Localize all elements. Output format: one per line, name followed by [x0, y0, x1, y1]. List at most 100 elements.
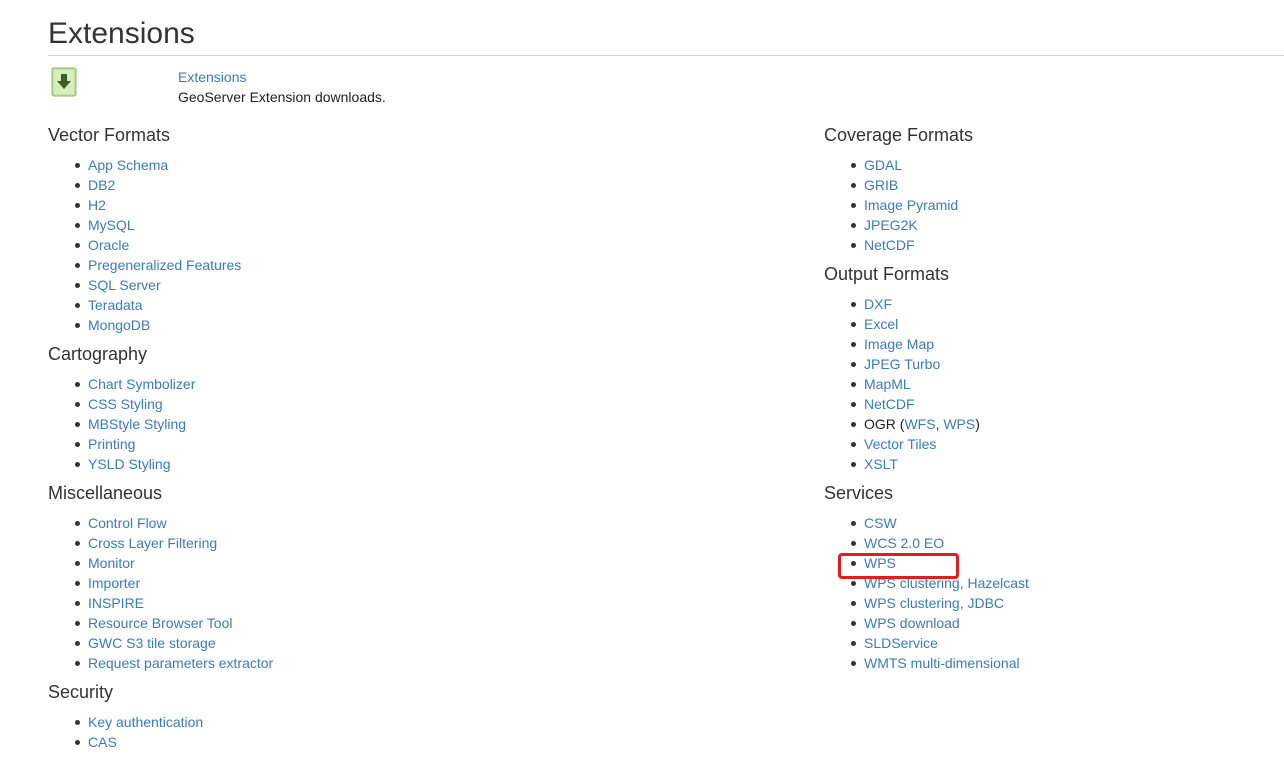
list-item: Control Flow: [48, 513, 273, 533]
link-jpeg2k[interactable]: JPEG2K: [864, 217, 918, 233]
list-item: YSLD Styling: [48, 454, 273, 474]
list-item: WMTS multi-dimensional: [824, 653, 1029, 673]
list-item: WPS download: [824, 613, 1029, 633]
link-db2[interactable]: DB2: [88, 177, 115, 193]
link-oracle[interactable]: Oracle: [88, 237, 129, 253]
link-printing[interactable]: Printing: [88, 436, 135, 452]
output-formats-list: DXF Excel Image Map JPEG Turbo MapML Net…: [824, 294, 1029, 474]
link-mysql[interactable]: MySQL: [88, 217, 135, 233]
link-app-schema[interactable]: App Schema: [88, 157, 168, 173]
list-item: NetCDF: [824, 235, 1029, 255]
link-csw[interactable]: CSW: [864, 515, 897, 531]
list-item: GRIB: [824, 175, 1029, 195]
link-netcdf-coverage[interactable]: NetCDF: [864, 237, 915, 253]
list-item: Chart Symbolizer: [48, 374, 273, 394]
extensions-description: GeoServer Extension downloads.: [178, 89, 386, 105]
link-cas[interactable]: CAS: [88, 734, 117, 750]
list-item: MySQL: [48, 215, 273, 235]
link-mongodb[interactable]: MongoDB: [88, 317, 150, 333]
link-mbstyle-styling[interactable]: MBStyle Styling: [88, 416, 186, 432]
list-item: GDAL: [824, 155, 1029, 175]
list-item: Oracle: [48, 235, 273, 255]
link-monitor[interactable]: Monitor: [88, 555, 135, 571]
section-heading-miscellaneous: Miscellaneous: [48, 483, 163, 503]
link-dxf[interactable]: DXF: [864, 296, 892, 312]
list-item: NetCDF: [824, 394, 1029, 414]
list-item: Pregeneralized Features: [48, 255, 273, 275]
title-divider: [48, 55, 1284, 56]
list-item: H2: [48, 195, 273, 215]
link-cross-layer-filtering[interactable]: Cross Layer Filtering: [88, 535, 217, 551]
link-sldservice[interactable]: SLDService: [864, 635, 938, 651]
list-item: Request parameters extractor: [48, 653, 273, 673]
list-item: SQL Server: [48, 275, 273, 295]
link-wmts-multi-dimensional[interactable]: WMTS multi-dimensional: [864, 655, 1020, 671]
vector-formats-list: App Schema DB2 H2 MySQL Oracle Pregenera…: [48, 155, 273, 335]
list-item: Vector Tiles: [824, 434, 1029, 454]
section-heading-output-formats: Output Formats: [824, 264, 950, 284]
list-item: CSW: [824, 513, 1029, 533]
list-item: Cross Layer Filtering: [48, 533, 273, 553]
link-request-parameters-extractor[interactable]: Request parameters extractor: [88, 655, 273, 671]
list-item: Monitor: [48, 553, 273, 573]
link-excel[interactable]: Excel: [864, 316, 898, 332]
list-item: INSPIRE: [48, 593, 273, 613]
list-item: JPEG Turbo: [824, 354, 1029, 374]
link-css-styling[interactable]: CSS Styling: [88, 396, 163, 412]
list-item: Importer: [48, 573, 273, 593]
link-image-pyramid[interactable]: Image Pyramid: [864, 197, 958, 213]
right-column: Coverage Formats GDAL GRIB Image Pyramid…: [824, 122, 1029, 679]
security-list: Key authentication CAS: [48, 712, 273, 752]
list-item: Image Map: [824, 334, 1029, 354]
section-heading-coverage-formats: Coverage Formats: [824, 125, 974, 145]
link-xslt[interactable]: XSLT: [864, 456, 898, 472]
link-wps-clustering-jdbc[interactable]: WPS clustering, JDBC: [864, 595, 1004, 611]
link-sql-server[interactable]: SQL Server: [88, 277, 161, 293]
list-item: DB2: [48, 175, 273, 195]
link-h2[interactable]: H2: [88, 197, 106, 213]
list-item: WCS 2.0 EO: [824, 533, 1029, 553]
link-wps-download[interactable]: WPS download: [864, 615, 960, 631]
link-key-authentication[interactable]: Key authentication: [88, 714, 203, 730]
link-netcdf-output[interactable]: NetCDF: [864, 396, 915, 412]
list-item: GWC S3 tile storage: [48, 633, 273, 653]
link-resource-browser-tool[interactable]: Resource Browser Tool: [88, 615, 232, 631]
list-item: CSS Styling: [48, 394, 273, 414]
link-grib[interactable]: GRIB: [864, 177, 898, 193]
section-heading-security: Security: [48, 682, 114, 702]
link-gdal[interactable]: GDAL: [864, 157, 902, 173]
list-item: JPEG2K: [824, 215, 1029, 235]
link-teradata[interactable]: Teradata: [88, 297, 142, 313]
link-control-flow[interactable]: Control Flow: [88, 515, 167, 531]
ogr-label: OGR (: [864, 416, 905, 432]
link-ogr-wps[interactable]: WPS: [943, 416, 975, 432]
link-gwc-s3-tile-storage[interactable]: GWC S3 tile storage: [88, 635, 216, 651]
link-image-map[interactable]: Image Map: [864, 336, 934, 352]
list-item: Key authentication: [48, 712, 273, 732]
section-heading-vector-formats: Vector Formats: [48, 125, 171, 145]
list-item: Image Pyramid: [824, 195, 1029, 215]
link-inspire[interactable]: INSPIRE: [88, 595, 144, 611]
link-wcs-2-0-eo[interactable]: WCS 2.0 EO: [864, 535, 944, 551]
link-chart-symbolizer[interactable]: Chart Symbolizer: [88, 376, 195, 392]
link-importer[interactable]: Importer: [88, 575, 140, 591]
list-item: WPS clustering, JDBC: [824, 593, 1029, 613]
extensions-link[interactable]: Extensions: [178, 69, 246, 85]
list-item: DXF: [824, 294, 1029, 314]
ogr-close-paren: ): [975, 416, 980, 432]
cartography-list: Chart Symbolizer CSS Styling MBStyle Sty…: [48, 374, 273, 474]
link-ogr-wfs[interactable]: WFS: [904, 416, 935, 432]
list-item: OGR (WFS, WPS): [824, 414, 1029, 434]
list-item: Excel: [824, 314, 1029, 334]
list-item: Teradata: [48, 295, 273, 315]
miscellaneous-list: Control Flow Cross Layer Filtering Monit…: [48, 513, 273, 673]
list-item: Printing: [48, 434, 273, 454]
section-heading-cartography: Cartography: [48, 344, 148, 364]
link-mapml[interactable]: MapML: [864, 376, 911, 392]
link-ysld-styling[interactable]: YSLD Styling: [88, 456, 170, 472]
download-arrow-icon[interactable]: [51, 67, 77, 97]
wps-highlight-box: [838, 553, 959, 579]
link-jpeg-turbo[interactable]: JPEG Turbo: [864, 356, 940, 372]
link-vector-tiles[interactable]: Vector Tiles: [864, 436, 936, 452]
link-pregeneralized-features[interactable]: Pregeneralized Features: [88, 257, 241, 273]
